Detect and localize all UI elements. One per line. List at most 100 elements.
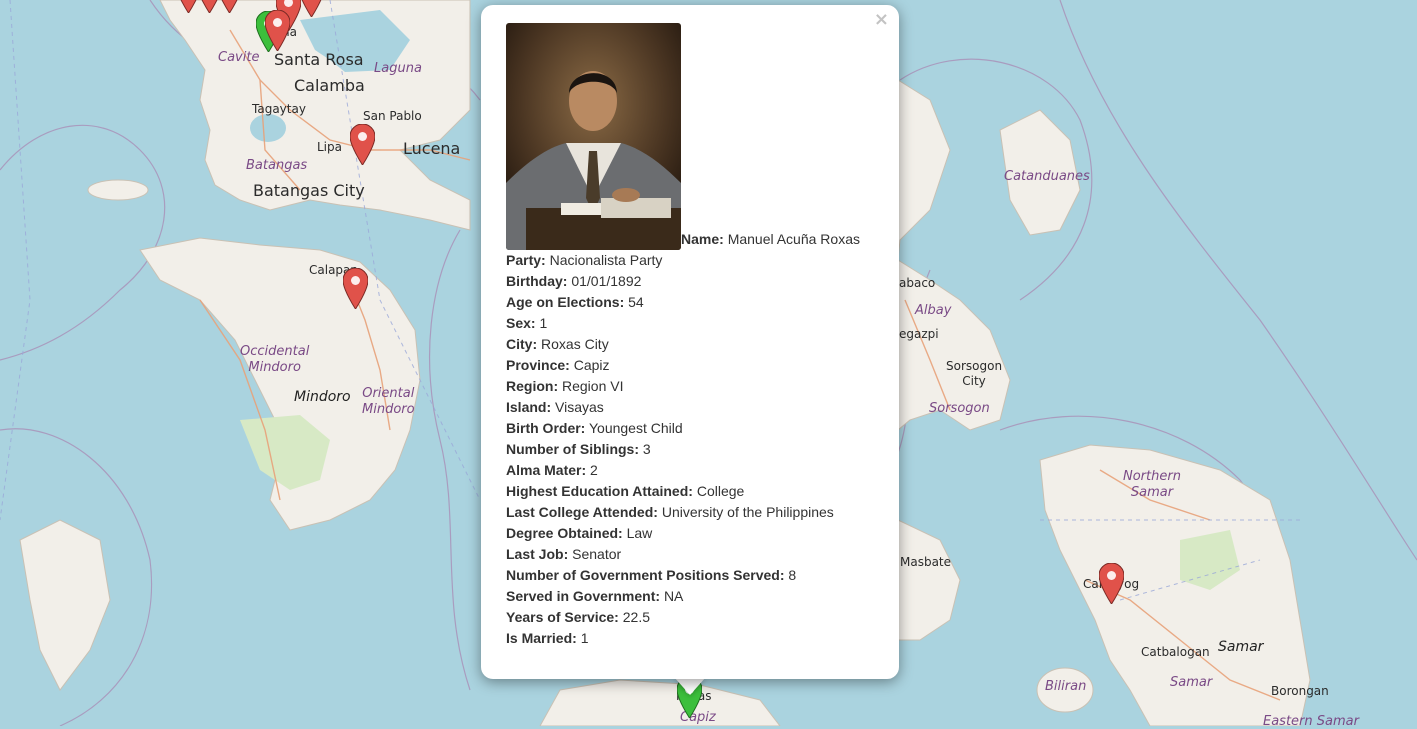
field-value: Senator — [572, 546, 622, 562]
field-value: Youngest Child — [588, 420, 683, 436]
label-eastern-samar: Eastern Samar — [1263, 714, 1359, 729]
field-value: NA — [663, 588, 684, 604]
label-biliran: Biliran — [1045, 679, 1087, 694]
name-value: Manuel Acuña Roxas — [727, 231, 860, 247]
field-value: University of the Philippines — [661, 504, 834, 520]
label-mindoro: Mindoro — [294, 389, 351, 405]
field-highest-education: Highest Education Attained: College — [506, 481, 881, 502]
label-samar-province: Samar — [1170, 675, 1213, 690]
field-label: Highest Education Attained: — [506, 483, 693, 499]
field-label: Served in Government: — [506, 588, 661, 604]
field-party: Party: Nacionalista Party — [506, 250, 881, 271]
field-last-college: Last College Attended: University of the… — [506, 502, 881, 523]
field-label: Alma Mater: — [506, 462, 587, 478]
label-tagaytay: Tagaytay — [252, 102, 306, 116]
field-label: Birthday: — [506, 273, 568, 289]
label-samar-island: Samar — [1218, 639, 1264, 655]
label-sorsogon: Sorsogon — [929, 401, 990, 416]
field-label: Age on Elections: — [506, 294, 625, 310]
label-catanduanes: Catanduanes — [1004, 169, 1090, 184]
field-value: Visayas — [555, 399, 604, 415]
field-last-job: Last Job: Senator — [506, 544, 881, 565]
label-batangas: Batangas — [246, 158, 308, 173]
field-label: Last Job: — [506, 546, 569, 562]
label-san-pablo: San Pablo — [363, 109, 422, 123]
map-marker-red[interactable] — [343, 268, 368, 309]
label-batangas-city: Batangas City — [253, 181, 365, 200]
field-value: 3 — [642, 441, 651, 457]
label-borongan: Borongan — [1271, 684, 1329, 698]
portrait-image — [506, 23, 681, 250]
field-government-positions: Number of Government Positions Served: 8 — [506, 565, 881, 586]
label-cavite: Cavite — [218, 50, 260, 65]
label-lipa: Lipa — [317, 140, 342, 154]
label-oriental-line1: Oriental — [362, 386, 415, 401]
map-marker-red[interactable] — [1099, 563, 1124, 604]
map-marker-red[interactable] — [217, 0, 242, 13]
field-value: Roxas City — [541, 336, 609, 352]
field-island: Island: Visayas — [506, 397, 881, 418]
field-sex: Sex: 1 — [506, 313, 881, 334]
popup-content: Name: Manuel Acuña Roxas Party: Nacional… — [506, 23, 881, 649]
field-label: City: — [506, 336, 538, 352]
field-city: City: Roxas City — [506, 334, 881, 355]
label-sorsogon-city: Sorsogon City — [946, 359, 1002, 389]
field-label: Region: — [506, 378, 559, 394]
field-label: Province: — [506, 357, 570, 373]
field-region: Region: Region VI — [506, 376, 881, 397]
map-marker-red[interactable] — [350, 124, 375, 165]
field-label: Party: — [506, 252, 546, 268]
field-province: Province: Capiz — [506, 355, 881, 376]
field-value: 22.5 — [622, 609, 650, 625]
label-oriental-line2: Mindoro — [362, 402, 415, 417]
field-value: 01/01/1892 — [571, 273, 642, 289]
field-number-of-siblings: Number of Siblings: 3 — [506, 439, 881, 460]
field-value: Region VI — [562, 378, 624, 394]
field-birth-order: Birth Order: Youngest Child — [506, 418, 881, 439]
label-albay: Albay — [915, 303, 952, 318]
field-degree-obtained: Degree Obtained: Law — [506, 523, 881, 544]
label-sorsogon-city-line2: City — [962, 374, 986, 388]
info-popup: × Name: Manuel Acuña Roxas Party: Nacion… — [481, 5, 899, 679]
field-value: Law — [626, 525, 653, 541]
label-catbalogan: Catbalogan — [1141, 645, 1210, 659]
field-label: Number of Government Positions Served: — [506, 567, 785, 583]
label-oriental-mindoro: Oriental Mindoro — [362, 386, 415, 418]
name-label: Name: — [681, 231, 724, 247]
map-marker-red[interactable] — [299, 0, 324, 17]
label-tabaco: abaco — [899, 276, 936, 290]
taal-lake — [250, 114, 286, 142]
field-label: Island: — [506, 399, 552, 415]
field-age-on-elections: Age on Elections: 54 — [506, 292, 881, 313]
label-northern-samar-line2: Samar — [1130, 485, 1174, 500]
field-value: 54 — [628, 294, 644, 310]
label-northern-samar-line1: Northern — [1123, 469, 1181, 484]
field-value: 1 — [580, 630, 589, 646]
field-is-married: Is Married: 1 — [506, 628, 881, 649]
label-santa-rosa: Santa Rosa — [274, 50, 364, 69]
field-label: Number of Siblings: — [506, 441, 639, 457]
label-occidental-line1: Occidental — [240, 344, 310, 359]
field-label: Last College Attended: — [506, 504, 658, 520]
map-marker-red[interactable] — [265, 10, 290, 51]
field-label: Sex: — [506, 315, 536, 331]
field-value: 2 — [590, 462, 598, 478]
label-occidental-mindoro: Occidental Mindoro — [240, 344, 309, 376]
field-label: Is Married: — [506, 630, 577, 646]
small-island — [87, 179, 149, 201]
label-masbate: Masbate — [900, 555, 952, 569]
field-label: Years of Service: — [506, 609, 619, 625]
label-calamba: Calamba — [294, 76, 365, 95]
field-value: College — [696, 483, 745, 499]
field-value: Capiz — [573, 357, 610, 373]
field-value: 8 — [788, 567, 797, 583]
label-sorsogon-city-line1: Sorsogon — [946, 359, 1003, 373]
popup-fields: Party: Nacionalista Party Birthday: 01/0… — [506, 250, 881, 649]
field-value: 1 — [539, 315, 548, 331]
field-label: Degree Obtained: — [506, 525, 623, 541]
field-value: Nacionalista Party — [549, 252, 663, 268]
field-birthday: Birthday: 01/01/1892 — [506, 271, 881, 292]
label-northern-samar: Northern Samar — [1123, 469, 1181, 501]
portrait-painting — [506, 23, 681, 250]
label-legazpi: egazpi — [899, 327, 939, 341]
